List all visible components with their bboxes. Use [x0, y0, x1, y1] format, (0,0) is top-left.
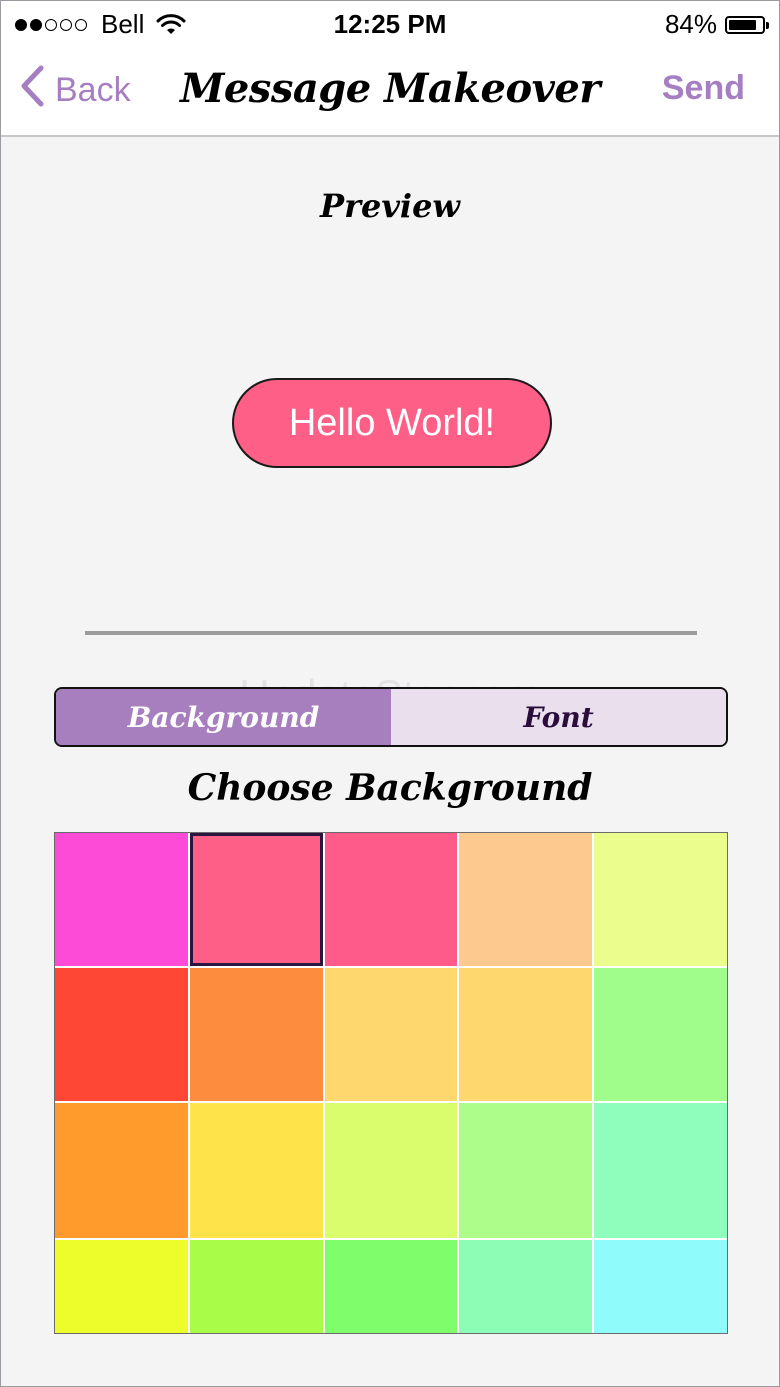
color-swatch[interactable]: [459, 833, 593, 966]
battery-level: [729, 19, 756, 30]
send-button[interactable]: Send: [662, 69, 745, 108]
status-bar: Bell 12:25 PM 84%: [1, 1, 779, 47]
message-preview-text: Hello World!: [288, 401, 496, 444]
battery-percent: 84%: [664, 9, 717, 39]
color-swatch[interactable]: [594, 833, 727, 966]
color-swatch[interactable]: [55, 1240, 188, 1333]
color-swatch[interactable]: [594, 1240, 727, 1333]
battery-icon: [725, 15, 769, 34]
color-swatch[interactable]: [594, 968, 727, 1101]
style-segmented-control: Background Font: [54, 687, 728, 747]
navigation-bar: Back Message Makeover Send: [1, 47, 779, 137]
color-swatch[interactable]: [324, 1103, 458, 1238]
color-swatch[interactable]: [55, 968, 188, 1101]
color-swatch[interactable]: [324, 833, 458, 966]
color-swatch[interactable]: [55, 833, 188, 966]
color-swatch[interactable]: [189, 1240, 323, 1333]
color-swatch[interactable]: [189, 1103, 323, 1238]
color-swatch[interactable]: [189, 968, 323, 1101]
color-swatch[interactable]: [459, 1240, 593, 1333]
color-swatch[interactable]: [324, 1240, 458, 1333]
status-right: 84%: [664, 9, 769, 40]
section-divider: [85, 631, 697, 635]
color-swatch[interactable]: [459, 968, 593, 1101]
message-preview-bubble: Hello World!: [232, 378, 552, 468]
color-swatch[interactable]: [189, 833, 323, 966]
color-swatch[interactable]: [324, 968, 458, 1101]
status-time: 12:25 PM: [333, 9, 447, 39]
color-swatch[interactable]: [594, 1103, 727, 1238]
preview-heading: Preview: [320, 187, 460, 225]
tab-font[interactable]: Font: [391, 689, 726, 745]
color-swatch[interactable]: [459, 1103, 593, 1238]
background-color-grid: [54, 832, 728, 1334]
choose-background-heading: Choose Background: [187, 767, 593, 809]
tab-background[interactable]: Background: [56, 689, 391, 745]
color-swatch[interactable]: [55, 1103, 188, 1238]
